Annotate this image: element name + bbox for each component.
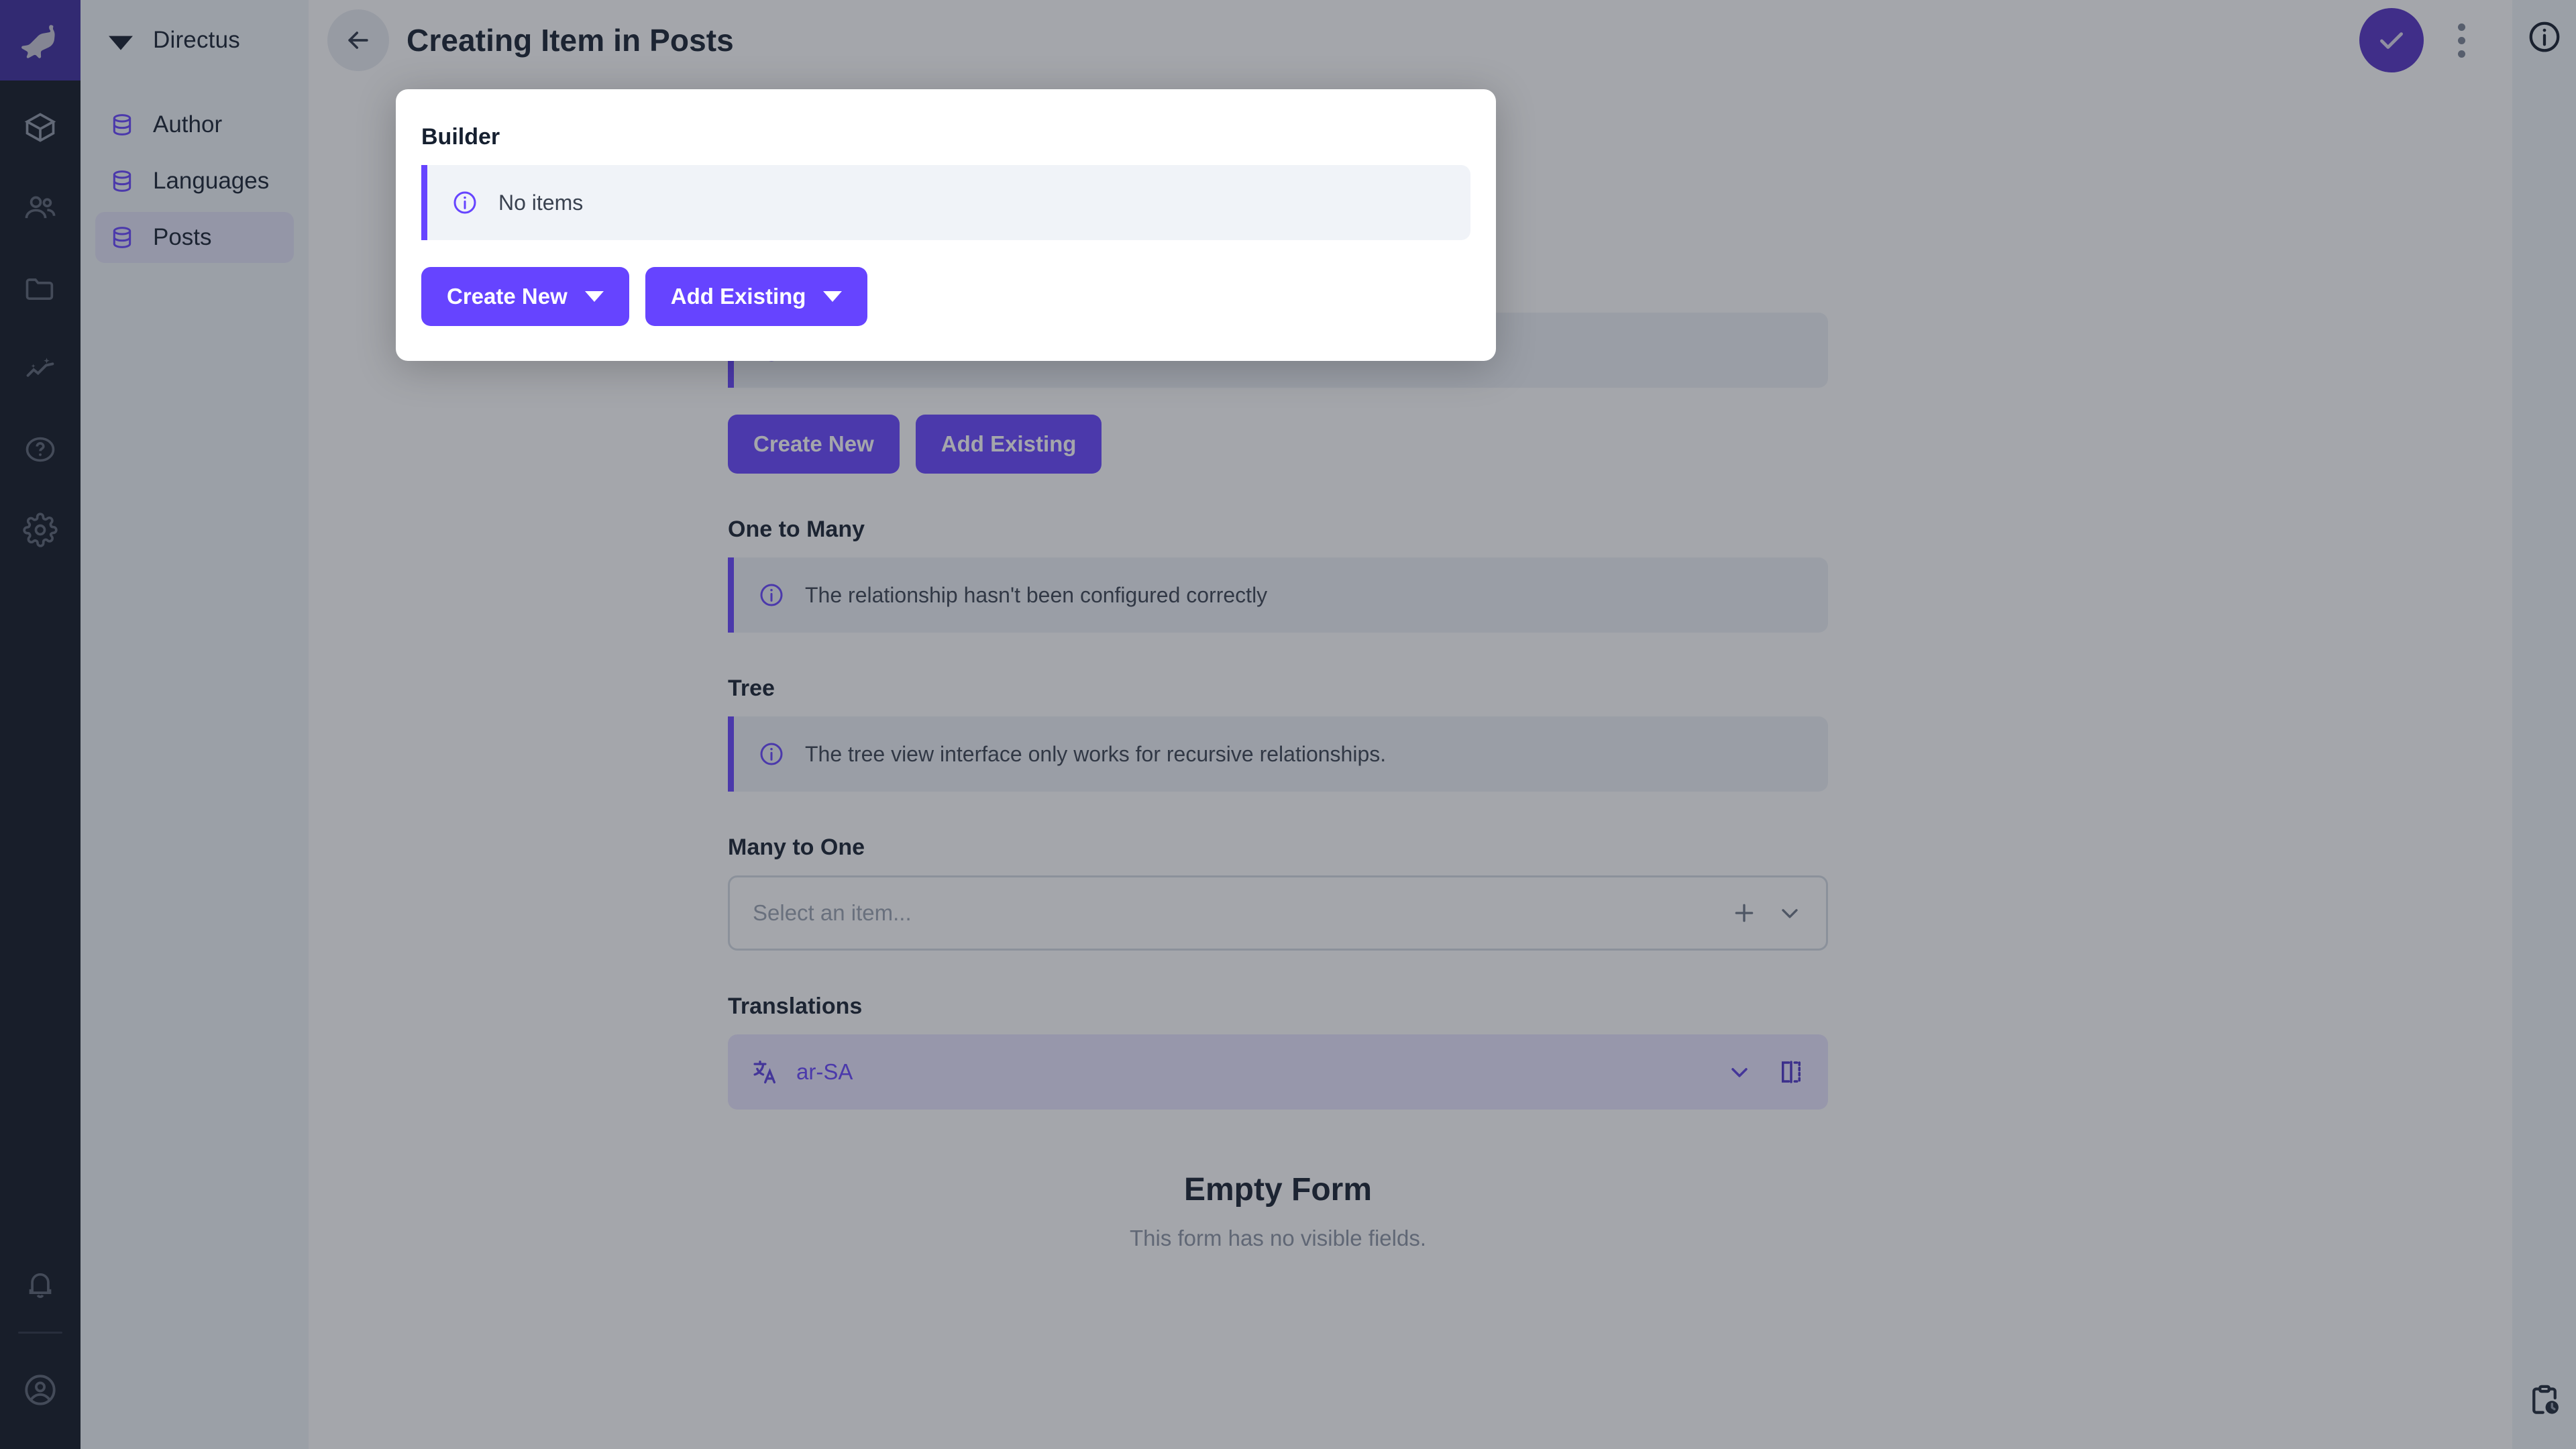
modal-add-existing-label: Add Existing bbox=[671, 284, 806, 309]
builder-field-modal: Builder No items Create New Add Existing bbox=[396, 89, 1496, 361]
modal-notice-box: No items bbox=[421, 165, 1470, 240]
info-circle-icon bbox=[451, 189, 478, 216]
modal-create-new-label: Create New bbox=[447, 284, 568, 309]
modal-create-new-button[interactable]: Create New bbox=[421, 267, 629, 326]
modal-notice-text: No items bbox=[498, 191, 583, 215]
modal-add-existing-button[interactable]: Add Existing bbox=[645, 267, 868, 326]
caret-down-icon bbox=[585, 291, 604, 302]
modal-actions: Create New Add Existing bbox=[421, 267, 1470, 326]
directus-app-window: Directus Author bbox=[0, 0, 2576, 1449]
caret-down-icon bbox=[823, 291, 842, 302]
modal-field-label: Builder bbox=[421, 124, 1470, 150]
